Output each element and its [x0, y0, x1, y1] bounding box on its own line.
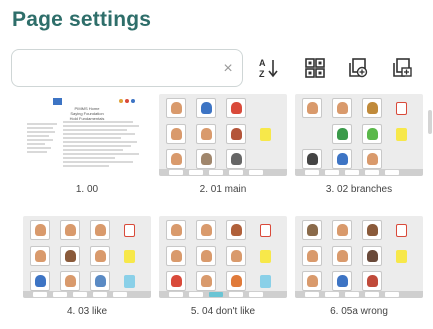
symbol-cell — [332, 271, 352, 291]
symbol-cell — [332, 149, 352, 169]
side-key — [260, 224, 271, 237]
symbol-cell — [60, 271, 80, 291]
symbol-cell — [196, 98, 216, 118]
symbol-cell — [332, 124, 352, 144]
page-thumbnail-board — [295, 94, 423, 176]
symbol-cell — [362, 246, 382, 266]
scrollbar-thumb[interactable] — [428, 110, 432, 134]
thumbnail-tab-bar — [159, 169, 287, 176]
page-thumbnail-board — [159, 94, 287, 176]
side-key — [396, 102, 407, 115]
page-thumbnail-grid: PIMMS Home Saying Foundation Hold Fundam… — [0, 90, 433, 329]
symbol-cell — [196, 220, 216, 240]
symbol-cell — [302, 149, 322, 169]
symbol-cell — [90, 271, 110, 291]
symbol-cell — [196, 246, 216, 266]
add-page-icon — [349, 58, 368, 78]
add-page-alt-icon — [393, 58, 412, 77]
symbol-cell — [30, 220, 50, 240]
symbol-cell — [226, 124, 246, 144]
side-key — [396, 128, 407, 141]
symbol-cell — [90, 246, 110, 266]
symbol-cell — [362, 98, 382, 118]
page-thumbnail-board — [159, 216, 287, 298]
symbol-cell — [332, 220, 352, 240]
thumbnail-tab-bar — [159, 291, 287, 298]
symbol-cell — [332, 246, 352, 266]
add-page-alt-button[interactable] — [389, 55, 415, 81]
symbol-cell — [332, 98, 352, 118]
thumbnail-tab-bar — [23, 291, 151, 298]
page-thumbnail-board — [295, 216, 423, 298]
symbol-cell — [166, 98, 186, 118]
side-key — [260, 128, 271, 141]
page-label: 4. 03 like — [66, 306, 108, 317]
sort-az-button[interactable]: A Z — [256, 55, 282, 81]
symbol-cell — [166, 246, 186, 266]
doc-text-lines — [27, 121, 139, 167]
page-label: 3. 02 branches — [325, 184, 393, 195]
symbol-cell — [196, 124, 216, 144]
page-label: 5. 04 don't like — [190, 306, 256, 317]
add-page-button[interactable] — [345, 55, 371, 81]
symbol-cell — [60, 246, 80, 266]
symbol-cell — [166, 271, 186, 291]
symbol-cell — [196, 271, 216, 291]
symbol-cell — [196, 149, 216, 169]
symbol-cell — [166, 220, 186, 240]
symbol-cell — [362, 220, 382, 240]
page-label: 1. 00 — [75, 184, 99, 195]
symbol-cell — [302, 98, 322, 118]
symbol-cell — [302, 271, 322, 291]
symbol-cell — [362, 124, 382, 144]
search-box[interactable]: × — [11, 49, 243, 87]
side-key — [124, 224, 135, 237]
side-key — [260, 275, 271, 288]
symbol-cell — [30, 271, 50, 291]
symbol-cell — [226, 98, 246, 118]
page-label: 6. 05a wrong — [330, 306, 388, 317]
symbol-cell — [226, 149, 246, 169]
symbol-cell — [362, 271, 382, 291]
symbol-cell — [362, 149, 382, 169]
symbol-cell — [226, 246, 246, 266]
grid-view-icon — [305, 58, 325, 78]
page-thumbnail-board — [23, 216, 151, 298]
page-label: 2. 01 main — [199, 184, 247, 195]
search-input[interactable] — [20, 58, 220, 78]
symbol-cell — [226, 220, 246, 240]
side-key — [124, 250, 135, 263]
page-thumbnail-doc: PIMMS Home Saying Foundation Hold Fundam… — [23, 94, 151, 176]
svg-text:A: A — [259, 58, 266, 68]
symbol-cell — [302, 220, 322, 240]
sort-az-icon: A Z — [259, 58, 278, 79]
symbol-cell — [226, 271, 246, 291]
thumbnail-tab-bar — [295, 169, 423, 176]
clear-search-icon[interactable]: × — [221, 59, 235, 79]
side-key — [124, 275, 135, 288]
page-title: Page settings — [12, 8, 152, 31]
symbol-cell — [166, 149, 186, 169]
symbol-cell — [166, 124, 186, 144]
svg-text:Z: Z — [259, 69, 265, 79]
side-key — [396, 224, 407, 237]
symbol-cell — [302, 246, 322, 266]
side-key — [260, 250, 271, 263]
grid-view-button[interactable] — [302, 55, 328, 81]
symbol-cell — [60, 220, 80, 240]
symbol-cell — [30, 246, 50, 266]
thumbnail-tab-bar — [295, 291, 423, 298]
symbol-cell — [90, 220, 110, 240]
side-key — [396, 250, 407, 263]
